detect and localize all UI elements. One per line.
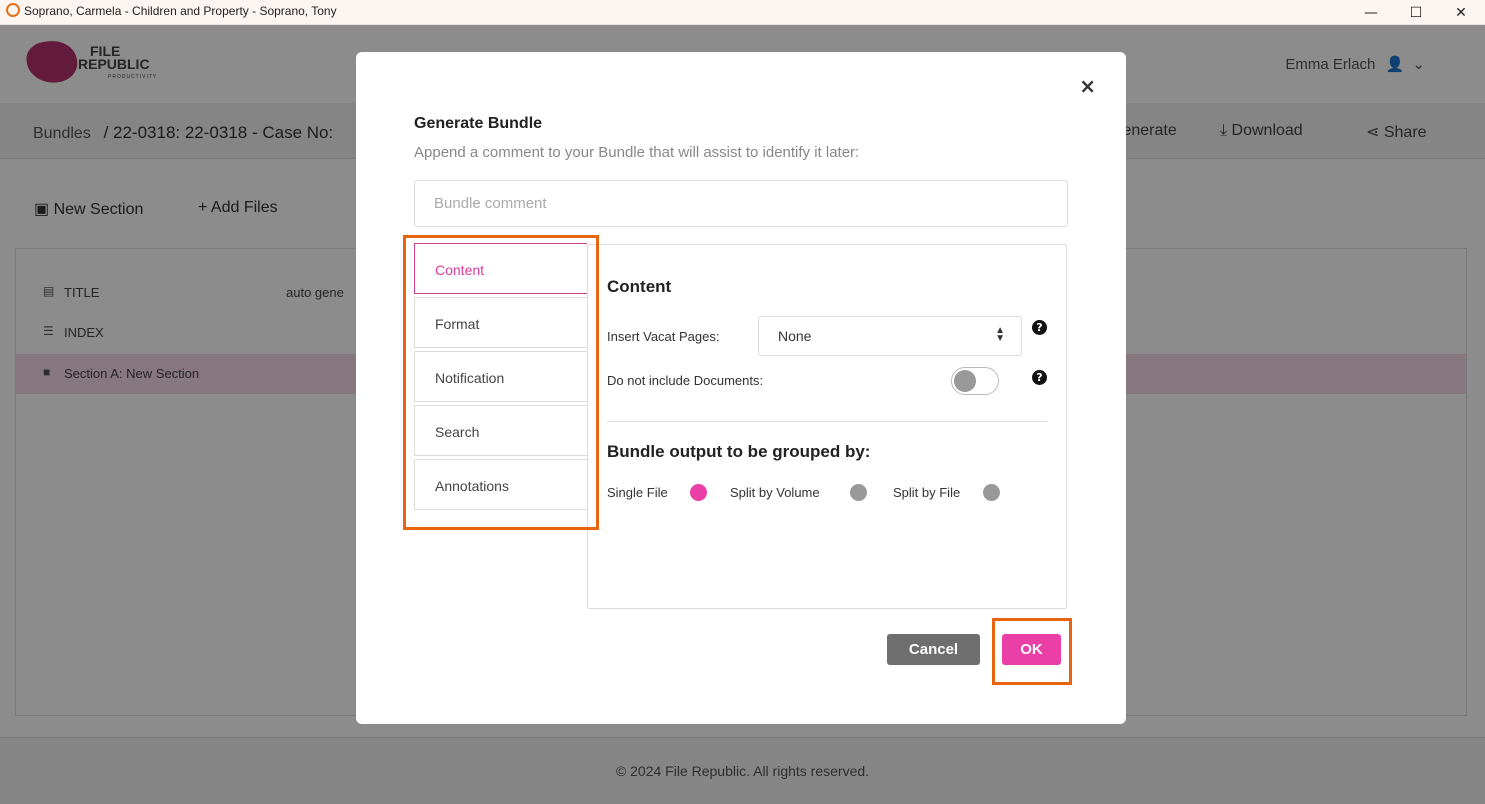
close-window-button[interactable]: ✕ [1438,0,1484,25]
vacat-pages-label: Insert Vacat Pages: [607,329,720,344]
split-by-volume-radio[interactable] [850,484,867,501]
dialog-title: Generate Bundle [414,115,543,132]
split-by-file-radio[interactable] [983,484,1000,501]
tab-format[interactable]: Format [414,297,587,348]
single-file-label: Single File [607,485,668,500]
vacat-pages-value: None [778,328,812,344]
split-by-volume-label: Split by Volume [730,485,820,500]
help-icon[interactable]: ? [1032,370,1047,385]
vacat-pages-select[interactable]: None ▲ ▼ [758,316,1022,356]
select-arrows-icon: ▲ ▼ [995,325,1005,344]
app-icon [6,3,20,17]
toggle-knob [954,370,976,392]
divider [607,421,1047,422]
settings-tabs: Content Format Notification Search Annot… [414,243,587,513]
bundle-comment-input[interactable] [414,180,1068,227]
no-documents-toggle[interactable] [951,367,999,395]
help-icon[interactable]: ? [1032,320,1047,335]
tab-notification[interactable]: Notification [414,351,587,402]
window-titlebar: Soprano, Carmela - Children and Property… [0,0,1485,25]
tab-search[interactable]: Search [414,405,587,456]
dialog-subtitle: Append a comment to your Bundle that wil… [414,144,860,161]
tab-annotations[interactable]: Annotations [414,459,587,510]
generate-bundle-dialog: × Generate Bundle Append a comment to yo… [356,52,1126,724]
group-by-heading: Bundle output to be grouped by: [607,442,871,461]
ok-button[interactable]: OK [1002,634,1061,665]
no-documents-label: Do not include Documents: [607,373,764,388]
cancel-button[interactable]: Cancel [887,634,980,665]
single-file-radio[interactable] [690,484,707,501]
maximize-button[interactable]: ☐ [1393,0,1439,25]
split-by-file-label: Split by File [893,485,961,500]
content-tab-panel: Content Insert Vacat Pages: None ▲ ▼ ? Do… [587,244,1067,609]
window-title: Soprano, Carmela - Children and Property… [24,4,337,18]
minimize-button[interactable]: — [1348,0,1394,25]
tab-content[interactable]: Content [414,243,587,294]
close-icon[interactable]: × [1079,74,1096,98]
panel-heading: Content [607,277,672,296]
